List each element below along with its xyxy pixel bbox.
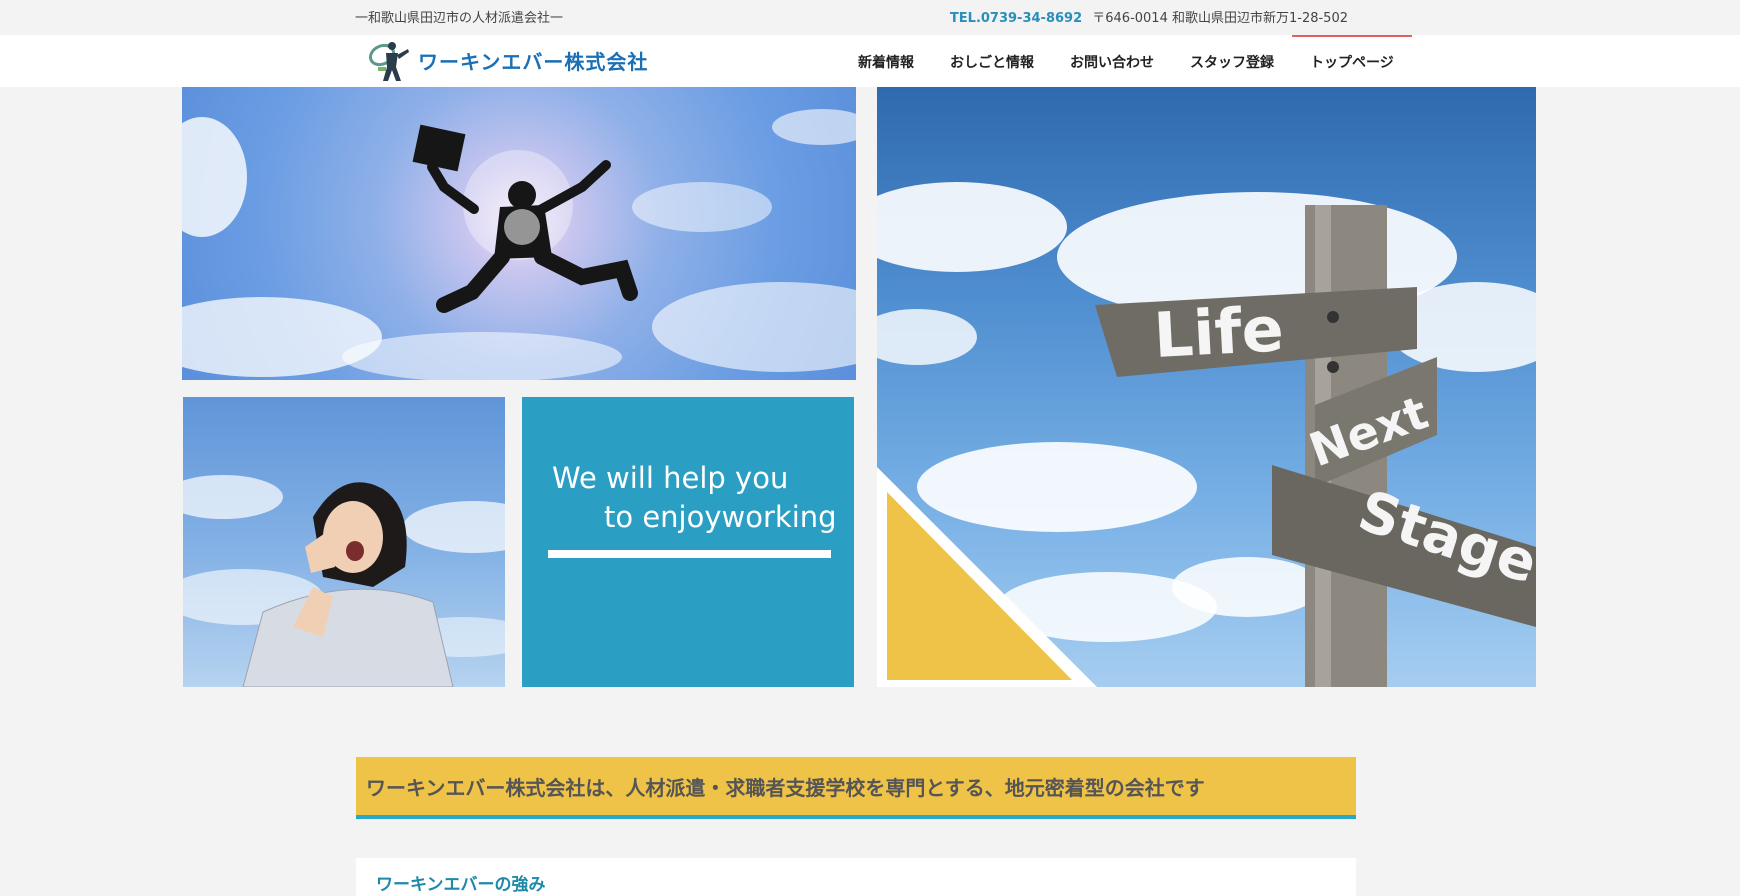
hero-image-shouting-woman — [183, 397, 505, 687]
jumping-man-illustration — [182, 109, 856, 380]
contact-info: TEL.0739-34-8692 〒646-0014 和歌山県田辺市新万1-28… — [950, 7, 1348, 26]
strengths-section: ワーキンエバーの強み — [356, 858, 1356, 896]
logo-mark-icon — [368, 42, 409, 81]
intro-banner: ワーキンエバー株式会社は、人材派遣・求職者支援学校を専門とする、地元密着型の会社… — [356, 757, 1356, 819]
slogan-underline — [548, 550, 831, 558]
site-tagline: 一和歌山県田辺市の人材派遣会社一 — [355, 11, 564, 26]
logo[interactable]: ワーキンエバー株式会社 — [366, 37, 648, 83]
intro-text: ワーキンエバー株式会社は、人材派遣・求職者支援学校を専門とする、地元密着型の会社… — [366, 776, 1205, 800]
hero-image-jumping-man — [182, 87, 856, 380]
hero-image-signpost: Life Next Stage — [877, 87, 1536, 687]
signpost-illustration: Life Next Stage — [877, 182, 1536, 687]
nav-staff-registration[interactable]: スタッフ登録 — [1172, 35, 1292, 87]
nav-news[interactable]: 新着情報 — [840, 35, 932, 87]
header: ワーキンエバー株式会社 新着情報 おしごと情報 お問い合わせ スタッフ登録 トッ… — [0, 35, 1740, 87]
top-info-bar: 一和歌山県田辺市の人材派遣会社一 TEL.0739-34-8692 〒646-0… — [0, 0, 1740, 35]
slogan-line-2: to enjoyworking — [604, 500, 837, 534]
address: 〒646-0014 和歌山県田辺市新万1-28-502 — [1092, 11, 1348, 26]
phone-number[interactable]: TEL.0739-34-8692 — [950, 11, 1082, 26]
logo-text: ワーキンエバー株式会社 — [418, 49, 649, 74]
nav-top-page[interactable]: トップページ — [1292, 35, 1412, 87]
sign-life: Life — [1152, 292, 1285, 372]
nav-contact[interactable]: お問い合わせ — [1052, 35, 1172, 87]
main-nav: 新着情報 おしごと情報 お問い合わせ スタッフ登録 トップページ — [840, 35, 1412, 87]
strengths-title: ワーキンエバーの強み — [376, 875, 546, 895]
slogan-panel: We will help you to enjoyworking — [522, 397, 854, 687]
nav-jobs[interactable]: おしごと情報 — [932, 35, 1052, 87]
slogan-line-1: We will help you — [552, 461, 789, 495]
woman-illustration — [183, 475, 505, 687]
